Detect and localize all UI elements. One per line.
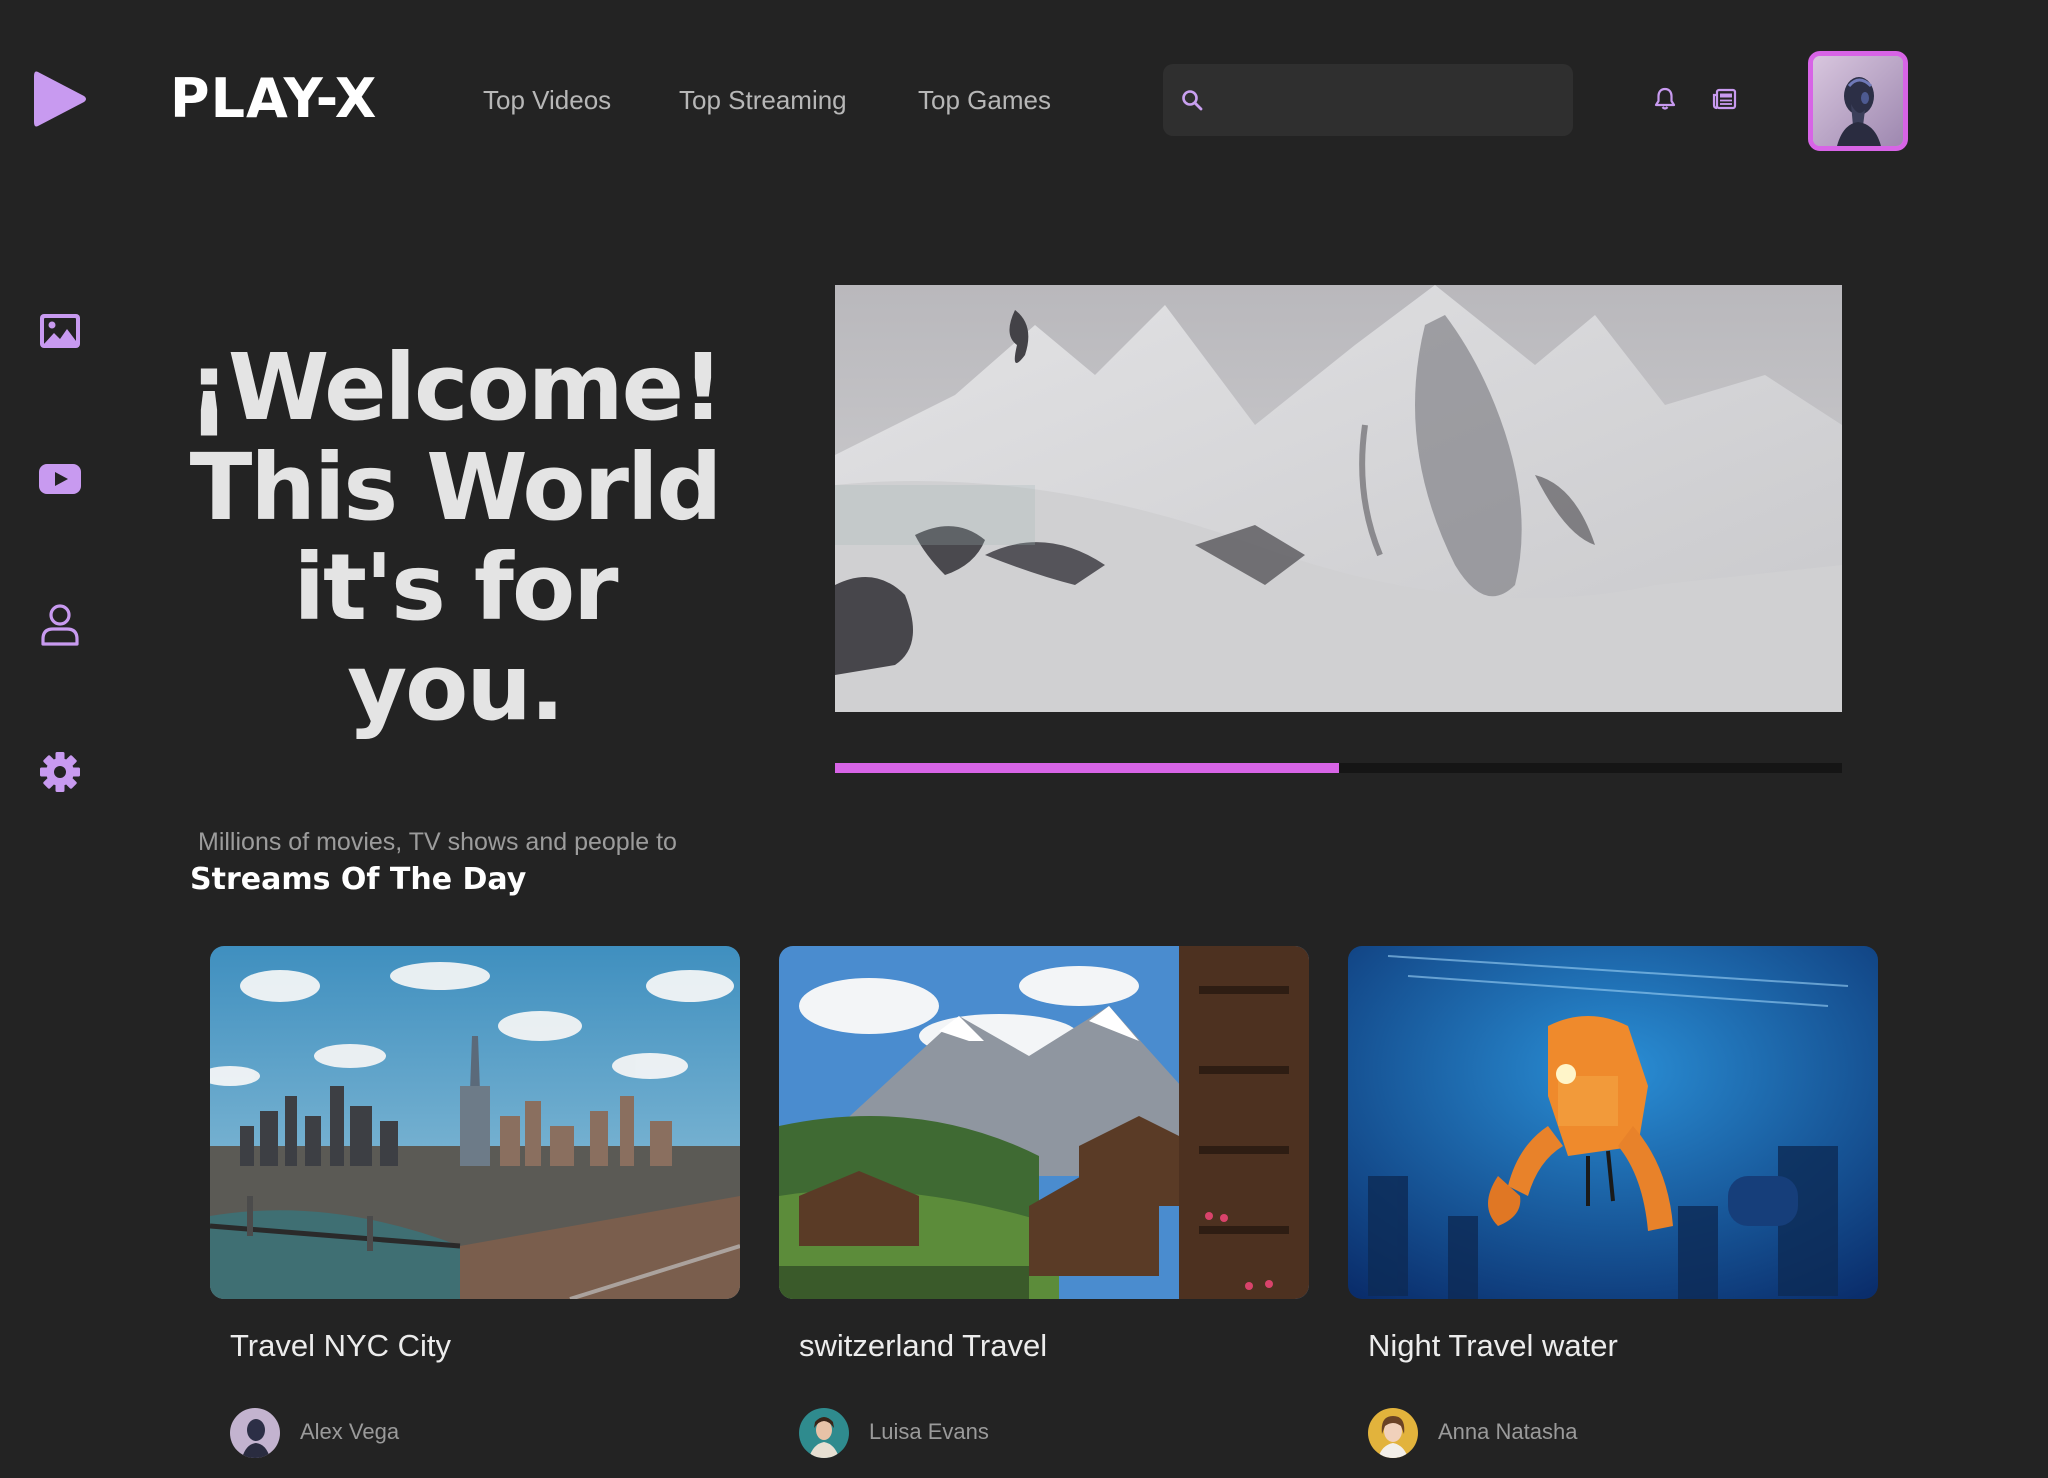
play-logo-icon[interactable] xyxy=(32,68,88,130)
hero-line-4: you. xyxy=(347,634,565,741)
stream-thumbnail-night-water[interactable] xyxy=(1348,946,1878,1299)
author-name[interactable]: Luisa Evans xyxy=(869,1419,989,1445)
featured-video[interactable] xyxy=(835,285,1842,712)
author-avatar[interactable] xyxy=(1368,1408,1418,1458)
video-progress-bar[interactable] xyxy=(835,763,1842,773)
stream-card-night-water[interactable]: Night Travel water Anna Natasha xyxy=(1348,946,1878,1466)
search-icon[interactable] xyxy=(1181,89,1203,111)
image-icon[interactable] xyxy=(38,310,82,354)
search-input[interactable] xyxy=(1219,78,1559,122)
stream-thumbnail-nyc[interactable] xyxy=(210,946,740,1299)
stream-card-switzerland[interactable]: switzerland Travel Luisa Evans xyxy=(779,946,1309,1466)
stream-title[interactable]: Night Travel water xyxy=(1368,1328,1618,1364)
nav-top-games[interactable]: Top Games xyxy=(918,80,1051,120)
stream-title[interactable]: switzerland Travel xyxy=(799,1328,1047,1364)
profile-avatar[interactable] xyxy=(1808,51,1908,151)
author-avatar[interactable] xyxy=(799,1408,849,1458)
hero-subtitle: Millions of movies, TV shows and people … xyxy=(198,828,677,856)
bell-icon[interactable] xyxy=(1652,86,1678,112)
stream-title[interactable]: Travel NYC City xyxy=(230,1328,451,1364)
section-title: Streams Of The Day xyxy=(190,862,527,897)
hero-title: ¡Welcome! This World it's for you. xyxy=(150,338,760,738)
hero-line-1: ¡Welcome! xyxy=(187,334,724,441)
hero-line-3: it's for xyxy=(293,534,618,641)
author-name[interactable]: Anna Natasha xyxy=(1438,1419,1577,1445)
stream-card-nyc[interactable]: Travel NYC City Alex Vega xyxy=(210,946,740,1466)
nav-top-videos[interactable]: Top Videos xyxy=(483,80,611,120)
search-box[interactable] xyxy=(1163,64,1573,136)
stream-thumbnail-switzerland[interactable] xyxy=(779,946,1309,1299)
author-avatar[interactable] xyxy=(230,1408,280,1458)
author-name[interactable]: Alex Vega xyxy=(300,1419,399,1445)
video-progress-fill xyxy=(835,763,1339,773)
youtube-icon[interactable] xyxy=(38,458,82,502)
newspaper-icon[interactable] xyxy=(1712,86,1738,112)
user-icon[interactable] xyxy=(38,602,82,646)
gear-icon[interactable] xyxy=(38,750,82,794)
nav-top-streaming[interactable]: Top Streaming xyxy=(679,80,847,120)
hero-line-2: This World xyxy=(189,434,723,541)
brand-logo[interactable]: PLAY-X xyxy=(170,66,377,132)
